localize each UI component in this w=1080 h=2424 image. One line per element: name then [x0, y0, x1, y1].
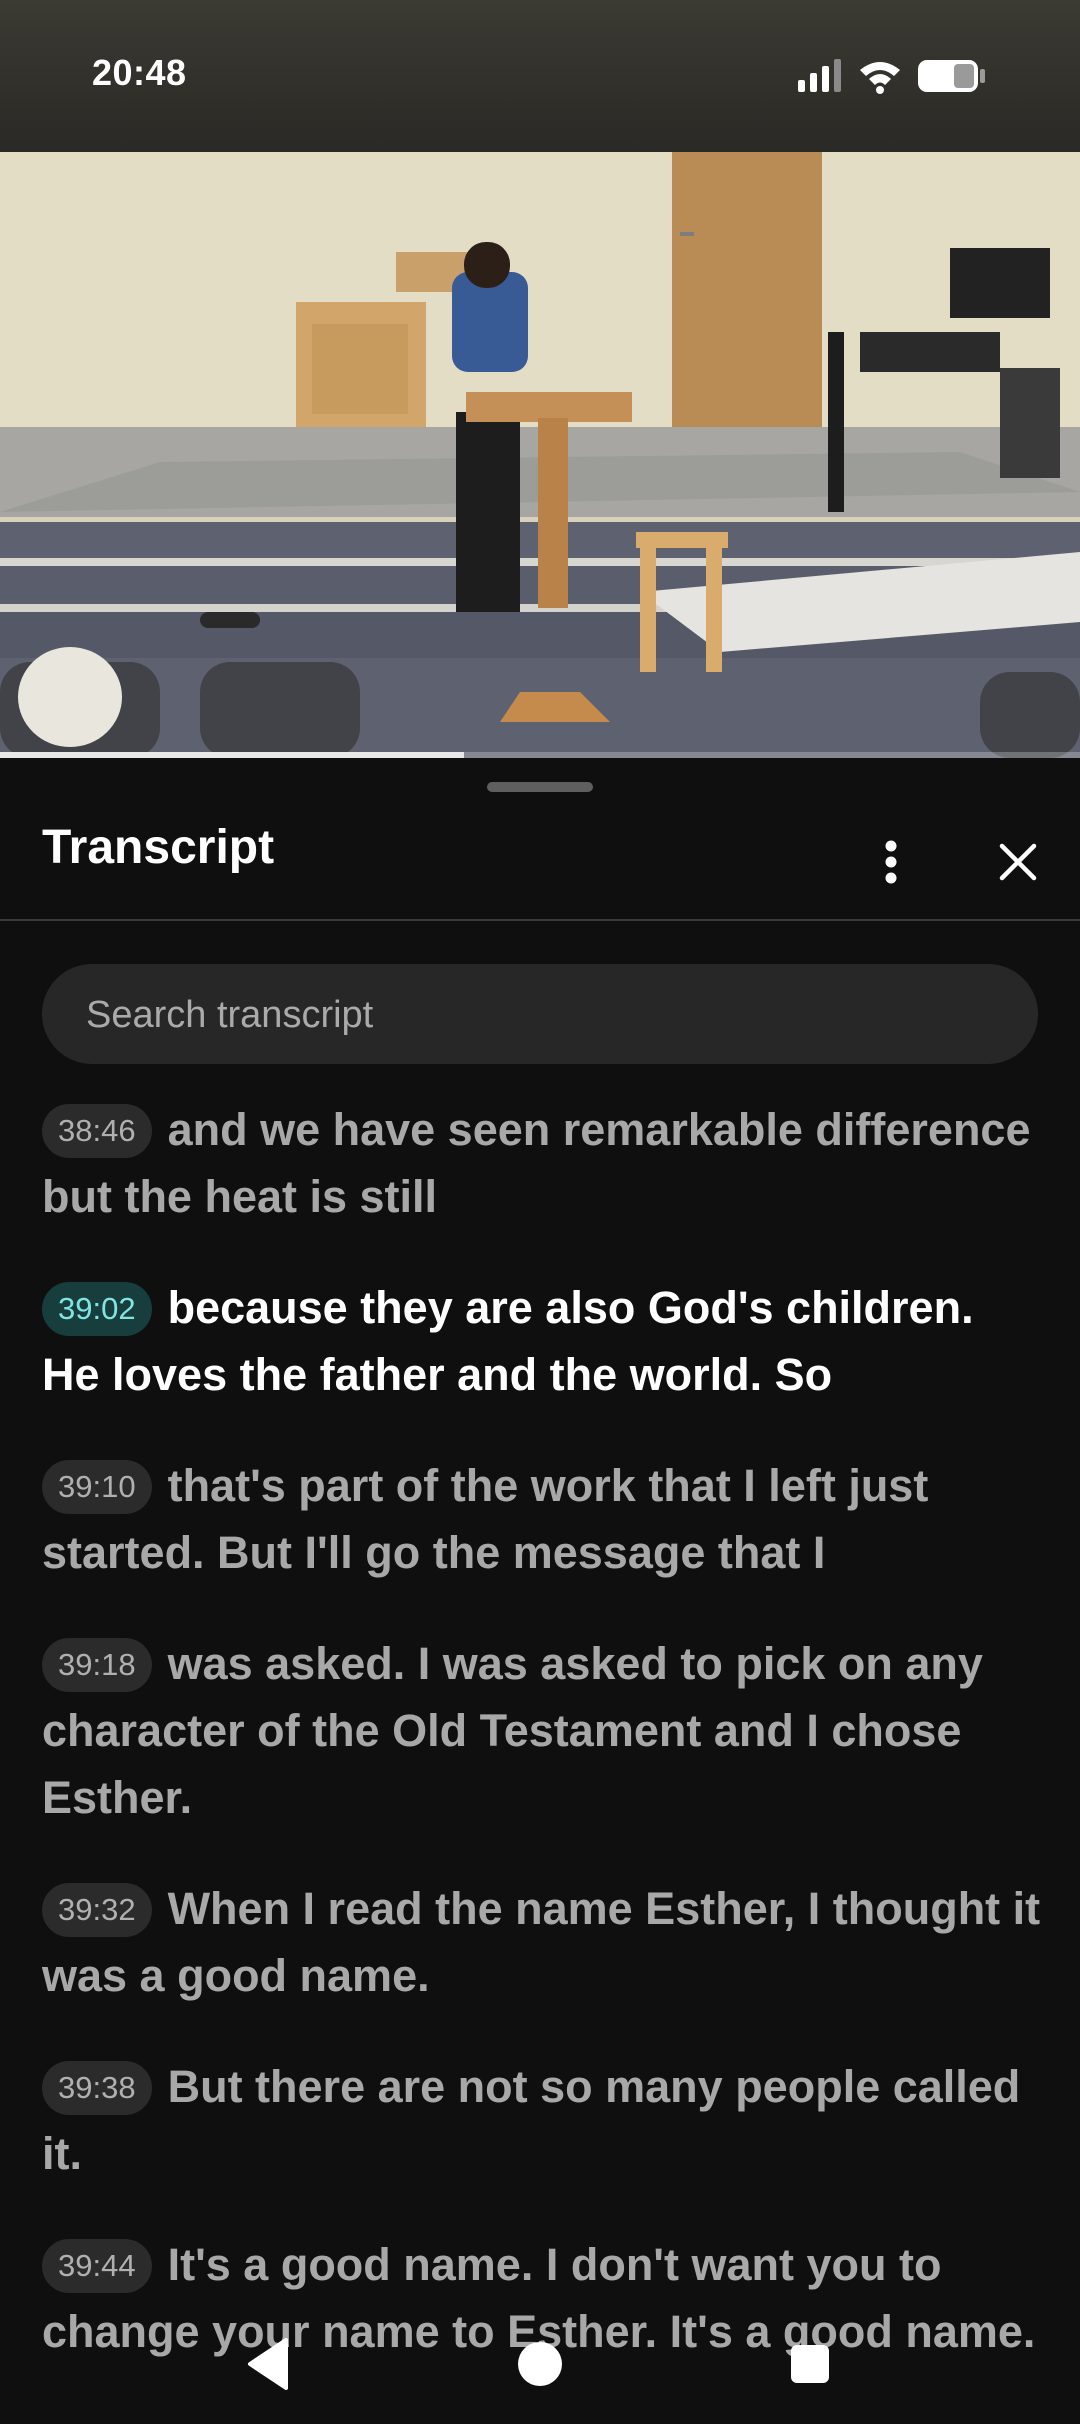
timestamp-chip[interactable]: 39:02 — [42, 1282, 152, 1336]
video-player[interactable] — [0, 152, 1080, 758]
transcript-panel: Transcript 38:46and we have seen remarka… — [0, 758, 1080, 2424]
battery-icon — [918, 60, 985, 92]
timestamp-chip[interactable]: 39:10 — [42, 1460, 152, 1514]
segment-text: and we have seen remarkable difference b… — [42, 1104, 1031, 1222]
transcript-segment[interactable]: 39:32 When I read the name Esther, I thou… — [42, 1875, 1042, 2009]
signal-icon — [798, 59, 841, 92]
transcript-segment[interactable]: 39:02 because they are also God's childre… — [42, 1274, 1042, 1408]
more-vert-icon — [885, 840, 897, 884]
segment-text: was asked. I was asked to pick on any ch… — [42, 1638, 983, 1823]
drag-handle[interactable] — [487, 782, 593, 792]
home-button[interactable] — [510, 2334, 570, 2394]
status-icons — [790, 56, 990, 96]
close-button[interactable] — [990, 830, 1046, 894]
segment-text: that's part of the work that I left just… — [42, 1460, 929, 1578]
more-options-button[interactable] — [866, 830, 916, 894]
timestamp-chip[interactable]: 39:38 — [42, 2061, 152, 2115]
wifi-icon — [860, 62, 900, 94]
close-icon — [999, 843, 1037, 881]
timestamp-chip[interactable]: 38:46 — [42, 1104, 152, 1158]
video-frame — [0, 152, 1080, 758]
search-input[interactable] — [84, 964, 988, 1066]
back-button[interactable] — [240, 2334, 300, 2394]
recents-button[interactable] — [780, 2334, 840, 2394]
segment-text: because they are also God's children. He… — [42, 1282, 974, 1400]
timestamp-chip[interactable]: 39:44 — [42, 2239, 152, 2293]
transcript-segment[interactable]: 38:46 and we have seen remarkable differe… — [42, 1096, 1042, 1230]
transcript-segment[interactable]: 39:10 that's part of the work that I left… — [42, 1452, 1042, 1586]
recents-icon — [791, 2345, 829, 2383]
header-divider — [0, 919, 1080, 921]
panel-title: Transcript — [42, 821, 275, 874]
transcript-segment[interactable]: 39:38 But there are not so many people ca… — [42, 2053, 1042, 2187]
transcript-list: 38:46 and we have seen remarkable differe… — [42, 1096, 1042, 2409]
search-bar[interactable] — [42, 964, 1038, 1066]
timestamp-chip[interactable]: 39:32 — [42, 1883, 152, 1937]
segment-text: But there are not so many people called … — [42, 2061, 1021, 2179]
status-bar: 20:48 — [0, 0, 1080, 152]
segment-text: When I read the name Esther, I thought i… — [42, 1883, 1041, 2001]
timestamp-chip[interactable]: 39:18 — [42, 1638, 152, 1692]
back-icon — [248, 2338, 288, 2390]
transcript-segment[interactable]: 39:18 was asked. I was asked to pick on a… — [42, 1630, 1042, 1831]
system-nav-bar — [0, 2300, 1080, 2424]
home-icon — [518, 2342, 562, 2386]
status-time: 20:48 — [92, 52, 187, 93]
